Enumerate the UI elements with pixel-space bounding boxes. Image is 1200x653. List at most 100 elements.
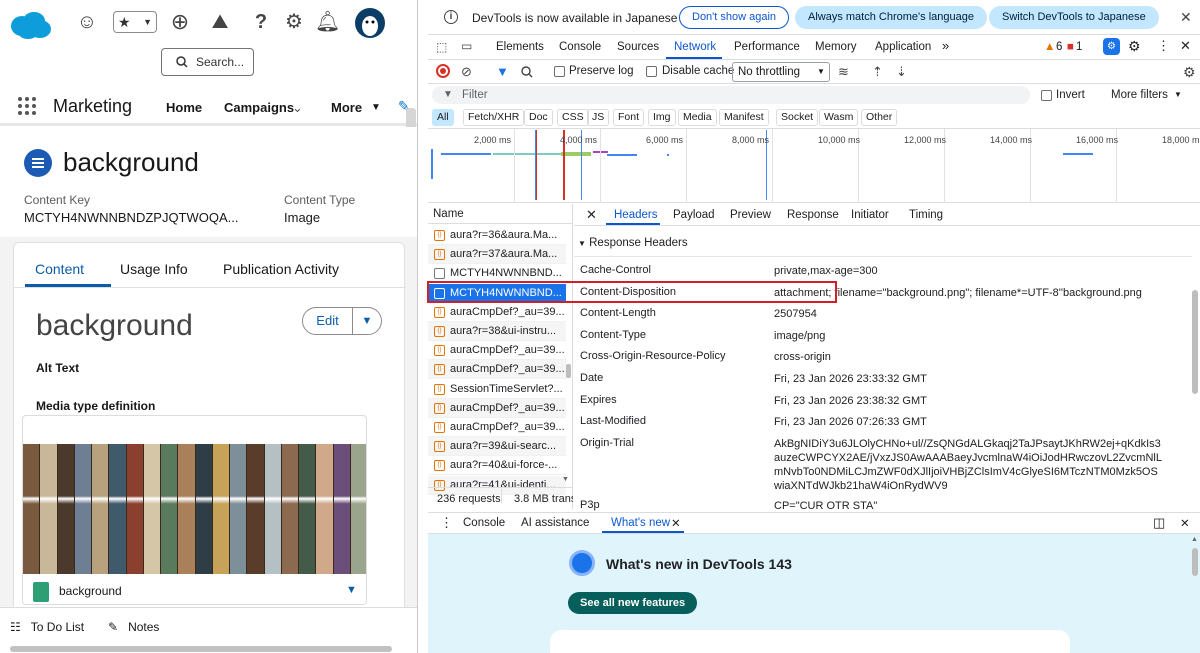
favorites-button[interactable]: ★ ▼: [113, 11, 157, 33]
type-filter-font[interactable]: Font: [613, 109, 645, 126]
clear-icon[interactable]: ⊘: [461, 64, 472, 80]
error-icon[interactable]: ■: [1067, 41, 1074, 53]
settings-gear-icon[interactable]: ⚙: [1128, 38, 1141, 55]
gear-icon[interactable]: ⚙: [282, 10, 306, 34]
name-column-header[interactable]: Name: [428, 204, 573, 224]
tab-publication-activity[interactable]: Publication Activity: [223, 261, 339, 277]
drawer-menu-icon[interactable]: ⋮: [440, 515, 453, 531]
avatar[interactable]: [355, 8, 385, 38]
salesforce-logo[interactable]: [8, 10, 52, 40]
import-har-icon[interactable]: ⇡: [872, 64, 883, 80]
tab-network[interactable]: Network: [674, 41, 716, 53]
scroll-up-icon[interactable]: ▲: [1191, 536, 1198, 543]
request-row[interactable]: {} SessionTimeServlet?...: [428, 380, 566, 399]
record-icon[interactable]: [436, 64, 450, 78]
drawer-tab-ai-assistance[interactable]: AI assistance: [521, 517, 589, 529]
tab-application[interactable]: Application: [875, 41, 931, 53]
tab-timing[interactable]: Timing: [909, 209, 943, 221]
tab-sources[interactable]: Sources: [617, 41, 659, 53]
add-icon[interactable]: ⊕: [168, 10, 192, 34]
chevron-down-icon[interactable]: ▼: [1174, 90, 1182, 99]
pane-splitter[interactable]: [418, 0, 428, 653]
tab-performance[interactable]: Performance: [734, 41, 800, 53]
utility-notes[interactable]: ✎ Notes: [108, 620, 159, 634]
request-row[interactable]: {} auraCmpDef?_au=39...: [428, 418, 566, 437]
scrollbar[interactable]: [1192, 548, 1198, 576]
nav-item-more[interactable]: More: [331, 100, 362, 115]
help-icon[interactable]: ?: [249, 10, 273, 34]
nav-item-campaigns[interactable]: Campaigns: [224, 100, 294, 115]
global-search-button[interactable]: Search...: [161, 48, 254, 76]
ai-assistance-icon[interactable]: ⚙: [1103, 38, 1120, 55]
more-tabs-icon[interactable]: »: [942, 38, 949, 53]
type-filter-manifest[interactable]: Manifest: [719, 109, 769, 126]
tab-console[interactable]: Console: [559, 41, 601, 53]
media-preview[interactable]: background ▼: [22, 415, 367, 605]
type-filter-fetchxhr[interactable]: Fetch/XHR: [463, 109, 525, 126]
chevron-down-icon[interactable]: ⌄: [292, 100, 303, 116]
tab-content[interactable]: Content: [35, 261, 84, 277]
type-filter-css[interactable]: CSS: [557, 109, 589, 126]
tab-initiator[interactable]: Initiator: [851, 209, 889, 221]
request-row[interactable]: {} aura?r=37&aura.Ma...: [428, 245, 566, 265]
header-value[interactable]: AkBgNIDiY3u6JLOlyCHNo+ul//ZsQNGdALGkaqj2…: [774, 437, 1164, 493]
type-filter-js[interactable]: JS: [587, 109, 610, 126]
agentforce-icon[interactable]: ☺: [75, 10, 99, 34]
request-row[interactable]: {} auraCmpDef?_au=39...: [428, 398, 566, 418]
close-details-icon[interactable]: ✕: [586, 207, 597, 223]
scrollbar[interactable]: [566, 364, 571, 378]
tab-memory[interactable]: Memory: [815, 41, 857, 53]
request-row[interactable]: {} aura?r=39&ui-searc...: [428, 437, 566, 457]
header-value[interactable]: 2507954: [774, 307, 1164, 321]
preserve-log-checkbox[interactable]: [554, 66, 565, 77]
bell-icon[interactable]: 🔔︎: [315, 10, 340, 34]
drawer-tab-console[interactable]: Console: [463, 517, 505, 529]
filter-funnel-icon[interactable]: ▼: [496, 64, 509, 80]
disable-cache-checkbox[interactable]: [646, 66, 657, 77]
search-icon[interactable]: [521, 66, 533, 78]
more-chevron-icon[interactable]: ▼: [371, 102, 381, 113]
network-settings-gear-icon[interactable]: ⚙: [1183, 64, 1196, 80]
response-headers-section[interactable]: ▼ Response Headers: [578, 237, 688, 249]
tab-response[interactable]: Response: [787, 209, 839, 221]
kebab-menu-icon[interactable]: ⋮: [1157, 38, 1170, 54]
app-launcher-icon[interactable]: [18, 97, 36, 115]
close-icon[interactable]: ✕: [1180, 9, 1192, 26]
dock-icon[interactable]: ◫: [1153, 515, 1165, 531]
drawer-tab-whats-new[interactable]: What's new: [611, 517, 670, 529]
header-value[interactable]: Fri, 23 Jan 2026 23:33:32 GMT: [774, 372, 1164, 386]
error-count[interactable]: 1: [1076, 41, 1082, 53]
dont-show-again-button[interactable]: Don't show again: [679, 6, 790, 29]
request-row[interactable]: {} auraCmpDef?_au=39...: [428, 303, 566, 322]
tab-headers[interactable]: Headers: [614, 209, 657, 221]
type-filter-socket[interactable]: Socket: [776, 109, 819, 126]
nav-item-home[interactable]: Home: [166, 100, 202, 115]
type-filter-img[interactable]: Img: [648, 109, 676, 126]
warning-icon[interactable]: ▲: [1044, 41, 1055, 53]
header-value[interactable]: CP="CUR OTR STA": [774, 499, 1164, 513]
request-row[interactable]: {} auraCmpDef?_au=39...: [428, 360, 566, 380]
type-filter-wasm[interactable]: Wasm: [819, 109, 859, 126]
trailhead-icon[interactable]: ⛰: [208, 10, 232, 34]
request-row[interactable]: {} auraCmpDef?_au=39...: [428, 341, 566, 361]
scrollbar[interactable]: [1192, 290, 1198, 394]
throttling-select[interactable]: No throttling ▼: [732, 62, 830, 82]
edit-button[interactable]: Edit: [303, 308, 353, 334]
close-drawer-icon[interactable]: ✕: [1180, 516, 1190, 530]
header-value[interactable]: private,max-age=300: [774, 264, 1164, 278]
header-value[interactable]: Fri, 23 Jan 2026 07:26:33 GMT: [774, 415, 1164, 429]
close-devtools-icon[interactable]: ✕: [1180, 38, 1191, 54]
filter-input[interactable]: ▼ Filter: [432, 86, 1030, 104]
network-conditions-icon[interactable]: ≋: [838, 64, 849, 80]
header-value[interactable]: image/png: [774, 329, 1164, 343]
type-filter-media[interactable]: Media: [678, 109, 717, 126]
always-match-language-button[interactable]: Always match Chrome's language: [795, 6, 987, 29]
edit-menu-chevron-icon[interactable]: ▼: [353, 308, 381, 334]
invert-checkbox[interactable]: [1041, 90, 1052, 101]
header-value[interactable]: cross-origin: [774, 350, 1164, 364]
utility-todo-list[interactable]: ☷ To Do List: [10, 620, 84, 634]
network-overview[interactable]: 2,000 ms 4,000 ms 6,000 ms 8,000 ms 10,000 m…: [428, 128, 1200, 203]
request-row[interactable]: {} aura?r=36&aura.Ma...: [428, 226, 566, 245]
type-filter-other[interactable]: Other: [861, 109, 898, 126]
type-filter-doc[interactable]: Doc: [524, 109, 553, 126]
